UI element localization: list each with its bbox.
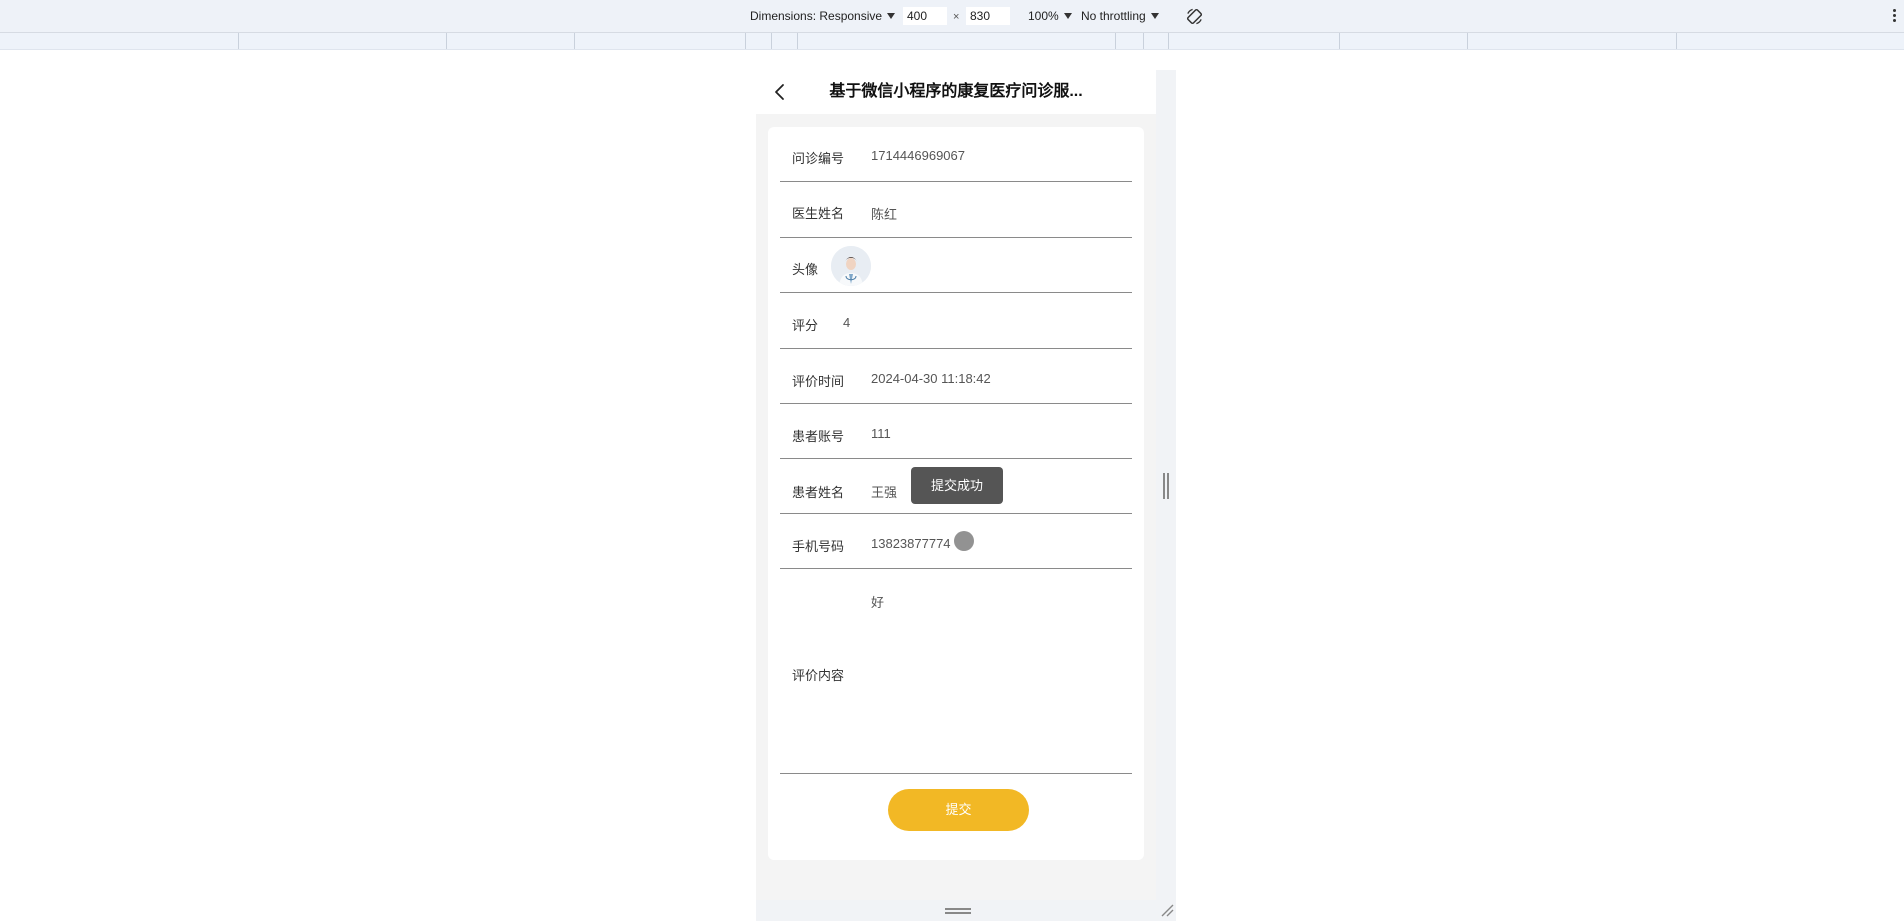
ruler-tick[interactable] (1168, 33, 1169, 49)
ruler-tick[interactable] (1676, 33, 1677, 49)
doctor-name-label: 医生姓名 (792, 206, 845, 221)
review-content-label: 评价内容 (792, 668, 845, 683)
doctor-name-field[interactable]: 陈红 (871, 204, 897, 223)
throttling-label: No throttling (1081, 9, 1146, 23)
chevron-down-icon (1063, 13, 1072, 19)
patient-account-label: 患者账号 (792, 429, 845, 444)
resize-handle-right[interactable] (1163, 473, 1169, 499)
review-content-textarea[interactable]: 好 (871, 592, 884, 611)
patient-name-label: 患者姓名 (792, 485, 845, 500)
form-row-review-content: 评价内容 好 (780, 569, 1132, 774)
back-arrow-icon[interactable] (770, 82, 790, 102)
form-row-score: 评分 4 (780, 293, 1132, 349)
doctor-avatar-image (831, 246, 871, 286)
media-query-ruler (0, 33, 1904, 50)
ruler-tick[interactable] (1115, 33, 1116, 49)
zoom-dropdown[interactable]: 100% (1028, 9, 1072, 23)
score-label: 评分 (792, 318, 819, 333)
patient-name-field[interactable]: 王强 (871, 482, 897, 501)
rotate-icon[interactable] (1185, 7, 1204, 26)
ruler-tick[interactable] (1143, 33, 1144, 49)
width-input[interactable]: 400 (903, 7, 947, 25)
height-input[interactable]: 830 (966, 7, 1010, 25)
review-time-label: 评价时间 (792, 374, 845, 389)
ruler-tick[interactable] (238, 33, 239, 49)
form-row-review-time: 评价时间 2024-04-30 11:18:42 (780, 349, 1132, 404)
ruler-tick[interactable] (1339, 33, 1340, 49)
submit-button[interactable]: 提交 (888, 789, 1029, 831)
ruler-tick[interactable] (745, 33, 746, 49)
page-title: 基于微信小程序的康复医疗问诊服... (829, 83, 1083, 100)
score-field[interactable]: 4 (843, 315, 850, 330)
zoom-label: 100% (1028, 9, 1059, 23)
avatar-label: 头像 (792, 262, 819, 277)
phone-field[interactable]: 13823877774 (871, 536, 951, 551)
success-toast: 提交成功 (911, 467, 1003, 504)
ruler-tick[interactable] (574, 33, 575, 49)
review-time-field[interactable]: 2024-04-30 11:18:42 (871, 371, 991, 386)
devtools-device-toolbar: Dimensions: Responsive 400 × 830 100% No… (0, 0, 1904, 33)
resize-handle-bottom[interactable] (945, 908, 971, 914)
chevron-down-icon (1150, 13, 1159, 19)
touch-cursor-icon (954, 531, 974, 551)
nav-bar: 基于微信小程序的康复医疗问诊服... (756, 70, 1156, 114)
doctor-avatar[interactable] (831, 246, 871, 286)
inquiry-no-label: 问诊编号 (792, 151, 845, 166)
ruler-tick[interactable] (771, 33, 772, 49)
ruler-tick[interactable] (797, 33, 798, 49)
dimensions-label: Dimensions: Responsive (750, 9, 883, 23)
form-row-doctor-name: 医生姓名 陈红 (780, 182, 1132, 238)
form-row-patient-account: 患者账号 111 (780, 404, 1132, 459)
throttling-dropdown[interactable]: No throttling (1081, 9, 1159, 23)
form-row-avatar: 头像 (780, 238, 1132, 293)
phone-label: 手机号码 (792, 539, 845, 554)
dimensions-dropdown[interactable]: Dimensions: Responsive (750, 9, 896, 23)
chevron-down-icon (887, 13, 896, 19)
ruler-tick[interactable] (446, 33, 447, 49)
patient-account-field[interactable]: 111 (871, 426, 891, 441)
ruler-tick[interactable] (1467, 33, 1468, 49)
resize-corner-icon[interactable] (1160, 903, 1174, 917)
times-separator: × (953, 11, 960, 23)
form-row-inquiry-no: 问诊编号 1714446969067 (780, 127, 1132, 182)
inquiry-no-field[interactable]: 1714446969067 (871, 148, 965, 163)
more-options-icon[interactable] (1893, 9, 1897, 23)
